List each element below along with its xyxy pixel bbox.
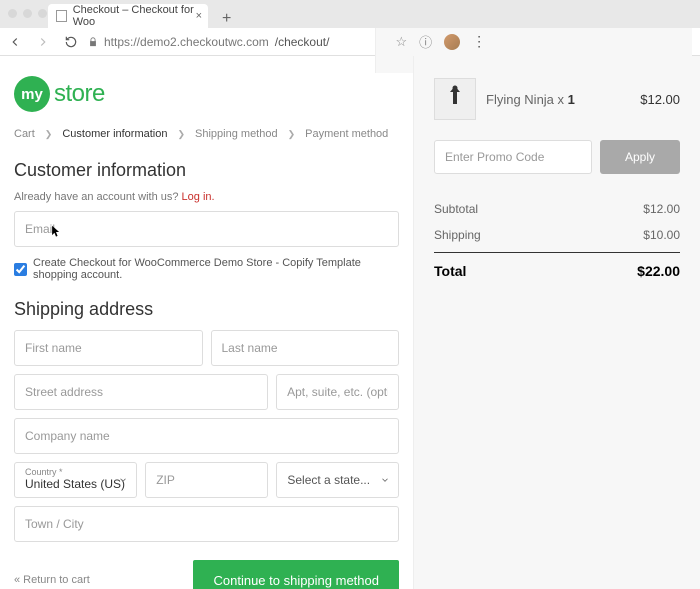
address-bar: https://demo2.checkoutwc.com/checkout/ ☆… (0, 28, 700, 56)
country-label: Country * (25, 468, 63, 477)
crumb-cart[interactable]: Cart (14, 128, 35, 140)
back-icon[interactable] (8, 35, 22, 49)
cart-item-qty: 1 (568, 92, 575, 107)
browser-tab[interactable]: Checkout – Checkout for Woo × (48, 4, 208, 28)
first-name-field[interactable] (14, 330, 203, 366)
star-icon[interactable]: ☆ (396, 34, 408, 50)
forward-icon (36, 35, 50, 49)
login-link[interactable]: Log in. (182, 191, 215, 203)
state-value: Select a state... (287, 473, 370, 487)
chevron-right-icon: ❯ (288, 129, 296, 140)
town-field[interactable] (14, 506, 399, 542)
window-controls (8, 9, 47, 18)
apply-promo-button[interactable]: Apply (600, 140, 680, 174)
shipping-label: Shipping (434, 228, 481, 242)
street-field[interactable] (14, 374, 268, 410)
promo-code-input[interactable] (434, 140, 592, 174)
cart-item: Flying Ninja x 1 $12.00 (434, 78, 680, 120)
last-name-field[interactable] (211, 330, 400, 366)
crumb-shipping: Shipping method (195, 128, 278, 140)
chevron-down-icon (380, 475, 390, 485)
subtotal-value: $12.00 (643, 202, 680, 216)
logo-badge: my (14, 76, 50, 112)
create-account-label: Create Checkout for WooCommerce Demo Sto… (33, 257, 399, 281)
breadcrumb: Cart ❯ Customer information ❯ Shipping m… (14, 128, 399, 140)
continue-button[interactable]: Continue to shipping method (193, 560, 399, 589)
country-select[interactable]: Country * United States (US) (14, 462, 137, 498)
tabstrip: Checkout – Checkout for Woo × + (0, 0, 700, 28)
lock-icon (88, 36, 98, 48)
profile-avatar[interactable] (444, 34, 460, 50)
chevron-right-icon: ❯ (177, 129, 185, 140)
shipping-value: $10.00 (643, 228, 680, 242)
state-select[interactable]: Select a state... (276, 462, 399, 498)
chevron-right-icon: ❯ (45, 129, 53, 140)
cart-item-name: Flying Ninja x 1 (486, 92, 630, 107)
crumb-customer: Customer information (62, 128, 167, 140)
info-icon[interactable]: ⓘ (419, 32, 432, 51)
subtotal-label: Subtotal (434, 202, 478, 216)
apt-field[interactable] (276, 374, 399, 410)
cart-item-name-text: Flying Ninja x (486, 92, 568, 107)
new-tab-button[interactable]: + (216, 10, 237, 28)
create-account-row[interactable]: Create Checkout for WooCommerce Demo Sto… (14, 257, 399, 281)
cart-item-price: $12.00 (640, 92, 680, 107)
email-field[interactable] (14, 211, 399, 247)
customer-heading: Customer information (14, 160, 399, 181)
shipping-heading: Shipping address (14, 299, 399, 320)
create-account-checkbox[interactable] (14, 263, 27, 276)
tab-title: Checkout – Checkout for Woo (73, 4, 200, 28)
login-prompt: Already have an account with us? Log in. (14, 191, 399, 203)
page-icon (56, 10, 67, 22)
crumb-payment: Payment method (305, 128, 388, 140)
total-value: $22.00 (637, 263, 680, 279)
url-path: /checkout/ (275, 35, 330, 49)
chevron-down-icon (118, 475, 128, 485)
total-label: Total (434, 263, 466, 279)
logo-text: store (54, 80, 105, 108)
url-display[interactable]: https://demo2.checkoutwc.com/checkout/ (88, 35, 365, 49)
menu-icon[interactable]: ⋮ (472, 33, 486, 50)
login-prompt-text: Already have an account with us? (14, 191, 182, 203)
company-field[interactable] (14, 418, 399, 454)
url-host: https://demo2.checkoutwc.com (104, 35, 269, 49)
zip-field[interactable] (145, 462, 268, 498)
product-thumbnail (434, 78, 476, 120)
return-to-cart-link[interactable]: « Return to cart (14, 574, 90, 586)
reload-icon[interactable] (64, 35, 78, 49)
country-value: United States (US) (25, 477, 125, 493)
logo: my store (14, 76, 399, 112)
close-tab-icon[interactable]: × (196, 10, 202, 22)
order-totals: Subtotal $12.00 Shipping $10.00 Total $2… (434, 196, 680, 285)
